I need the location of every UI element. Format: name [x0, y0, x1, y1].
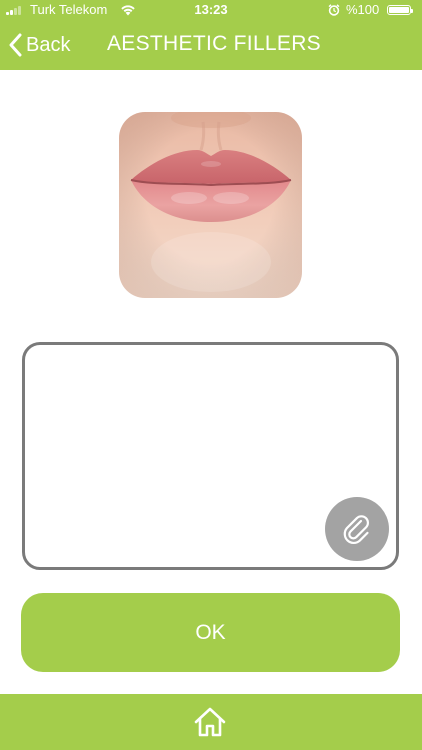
page-title: AESTHETIC FILLERS: [107, 32, 321, 55]
battery-level-fill: [389, 7, 409, 13]
message-input[interactable]: [35, 355, 329, 559]
nav-bar: Back AESTHETIC FILLERS: [0, 20, 422, 70]
header: Turk Telekom 13:23 %100 Back AESTHETIC F…: [0, 0, 422, 70]
back-label: Back: [26, 33, 71, 56]
battery-percent: %100: [346, 2, 380, 17]
paperclip-icon: [343, 515, 369, 544]
chevron-left-icon: [9, 33, 22, 57]
lips-photo: [119, 112, 302, 298]
home-icon[interactable]: [193, 706, 227, 738]
attach-button[interactable]: [325, 497, 389, 561]
alarm-icon: [328, 4, 340, 16]
status-bar: Turk Telekom 13:23 %100: [0, 0, 422, 20]
footer-bar: [0, 694, 422, 750]
ok-button[interactable]: OK: [21, 593, 400, 672]
app-screen: Turk Telekom 13:23 %100 Back AESTHETIC F…: [0, 0, 422, 750]
lips-illustration: [119, 112, 302, 298]
message-box: [22, 342, 399, 570]
back-button[interactable]: Back: [8, 32, 70, 58]
battery-icon: [387, 5, 413, 15]
